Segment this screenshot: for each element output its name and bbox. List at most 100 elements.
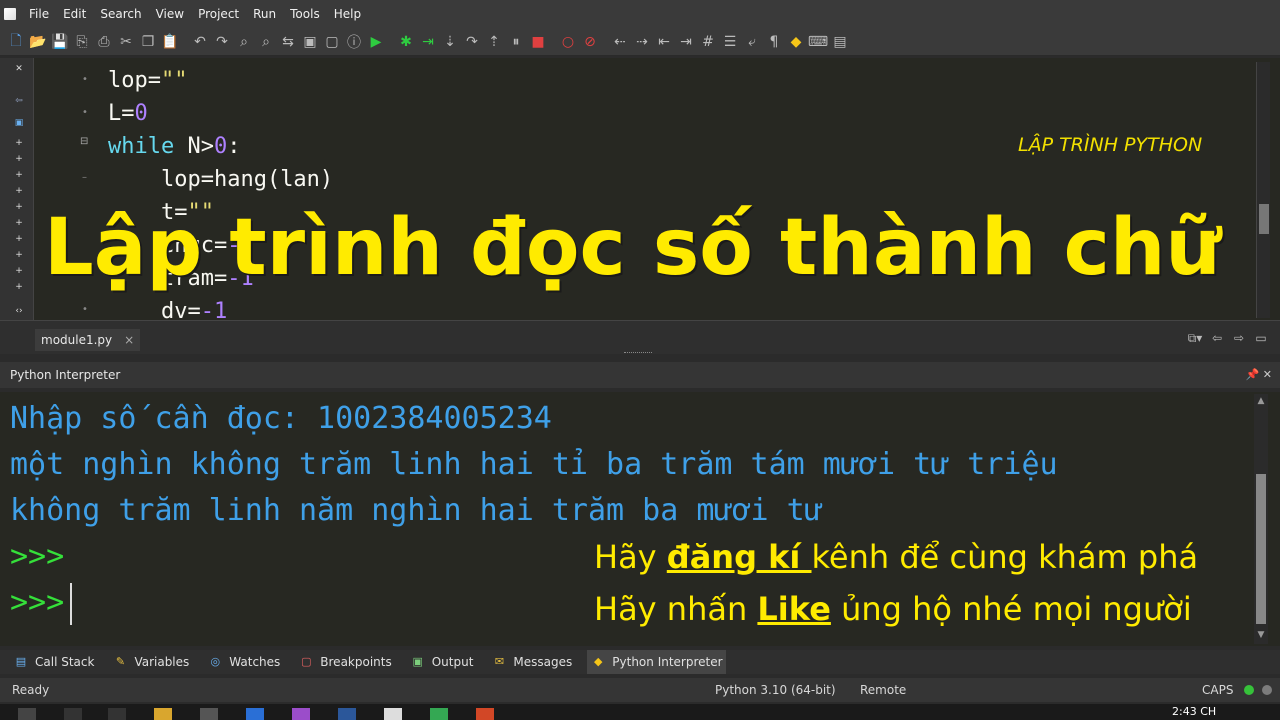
expand-icon[interactable]: + bbox=[14, 282, 24, 292]
tab-messages[interactable]: ✉ Messages bbox=[488, 650, 575, 674]
tab-call-stack[interactable]: ▤ Call Stack bbox=[10, 650, 97, 674]
tab-output[interactable]: ▣ Output bbox=[407, 650, 477, 674]
menu-view[interactable]: View bbox=[149, 0, 191, 28]
expand-icon[interactable]: + bbox=[14, 234, 24, 244]
expand-icon[interactable]: + bbox=[14, 202, 24, 212]
menu-search[interactable]: Search bbox=[93, 0, 148, 28]
step-out-icon[interactable]: ↷ bbox=[462, 32, 482, 52]
console-scrollbar[interactable]: ▲ ▼ bbox=[1254, 394, 1268, 644]
remote-status[interactable]: Remote bbox=[860, 683, 906, 697]
store-icon[interactable] bbox=[200, 708, 218, 720]
expand-icon[interactable]: + bbox=[14, 186, 24, 196]
step-up-icon[interactable]: ⇡ bbox=[484, 32, 504, 52]
search-icon[interactable] bbox=[64, 708, 82, 720]
forward-icon[interactable]: ⇢ bbox=[632, 32, 652, 52]
wrap-icon[interactable]: ⤶ bbox=[742, 32, 762, 52]
layout-icon[interactable]: ▤ bbox=[830, 32, 850, 52]
expand-icon[interactable]: + bbox=[14, 250, 24, 260]
redo-icon[interactable]: ↷ bbox=[212, 32, 232, 52]
pause-icon[interactable]: ⏸ bbox=[506, 32, 526, 52]
info-icon[interactable]: ⓘ bbox=[344, 32, 364, 52]
print-icon[interactable]: ⎙ bbox=[94, 32, 114, 52]
menu-run[interactable]: Run bbox=[246, 0, 283, 28]
step-over-icon[interactable]: ⇣ bbox=[440, 32, 460, 52]
interpreter-console[interactable]: Nhập số cần đọc: 1002384005234 một nghìn… bbox=[0, 392, 1280, 646]
menu-project[interactable]: Project bbox=[191, 0, 246, 28]
paragraph-icon[interactable]: ¶ bbox=[764, 32, 784, 52]
pin-icon[interactable]: ✕ bbox=[14, 64, 24, 74]
paste-icon[interactable]: 📋 bbox=[160, 32, 180, 52]
expand-icon[interactable]: + bbox=[14, 266, 24, 276]
list-icon[interactable]: ☰ bbox=[720, 32, 740, 52]
menu-file[interactable]: File bbox=[22, 0, 56, 28]
save-icon[interactable]: 💾 bbox=[50, 32, 70, 52]
prev-tab-icon[interactable]: ⇦ bbox=[1206, 331, 1228, 347]
code-nav-icon[interactable]: ‹› bbox=[14, 306, 24, 316]
stop-icon[interactable]: ■ bbox=[528, 32, 548, 52]
folder-icon[interactable] bbox=[154, 708, 172, 720]
replace-icon[interactable]: ⇆ bbox=[278, 32, 298, 52]
tab-module1[interactable]: module1.py × bbox=[35, 329, 141, 351]
close-icon[interactable]: × bbox=[124, 333, 134, 347]
console-scroll-thumb[interactable] bbox=[1256, 474, 1266, 624]
comment-icon[interactable]: # bbox=[698, 32, 718, 52]
python-icon[interactable]: ◆ bbox=[786, 32, 806, 52]
explorer-icon[interactable]: ▣ bbox=[14, 118, 24, 128]
code-token: lop= bbox=[108, 68, 161, 93]
editor-scroll-thumb[interactable] bbox=[1259, 204, 1269, 234]
expand-icon[interactable]: + bbox=[14, 218, 24, 228]
find-icon[interactable]: ⌕ bbox=[234, 32, 254, 52]
tab-breakpoints[interactable]: ▢ Breakpoints bbox=[295, 650, 394, 674]
powerpoint-icon[interactable] bbox=[476, 708, 494, 720]
clear-breakpoints-icon[interactable]: ⊘ bbox=[580, 32, 600, 52]
python-version[interactable]: Python 3.10 (64-bit) bbox=[715, 683, 836, 697]
tab-variables[interactable]: ✎ Variables bbox=[109, 650, 192, 674]
new-tab-icon[interactable]: ⧉▾ bbox=[1184, 331, 1206, 347]
window-icon[interactable]: ▭ bbox=[1250, 331, 1272, 347]
save-all-icon[interactable]: ⎘ bbox=[72, 32, 92, 52]
console-prompt: >>> bbox=[10, 539, 65, 574]
menu-tools[interactable]: Tools bbox=[283, 0, 327, 28]
promo-text: kênh để cùng khám phá bbox=[811, 538, 1199, 576]
find-in-files-icon[interactable]: ⌕ bbox=[256, 32, 276, 52]
chrome-icon[interactable] bbox=[430, 708, 448, 720]
select-icon[interactable]: ▢ bbox=[322, 32, 342, 52]
run-icon[interactable]: ▶ bbox=[366, 32, 386, 52]
goto-icon[interactable]: ▣ bbox=[300, 32, 320, 52]
taskbar-clock[interactable]: 2:43 CH bbox=[1172, 705, 1216, 718]
edge-icon[interactable] bbox=[246, 708, 264, 720]
word-icon[interactable] bbox=[338, 708, 356, 720]
splitter-handle[interactable] bbox=[624, 352, 652, 356]
fold-toggle-icon[interactable]: ⊟ bbox=[80, 136, 88, 147]
expand-icon[interactable]: + bbox=[14, 170, 24, 180]
indent-icon[interactable]: ⇤ bbox=[654, 32, 674, 52]
next-tab-icon[interactable]: ⇨ bbox=[1228, 331, 1250, 347]
step-into-icon[interactable]: ⇥ bbox=[418, 32, 438, 52]
start-icon[interactable] bbox=[18, 708, 36, 720]
expand-icon[interactable]: + bbox=[14, 138, 24, 148]
back-icon[interactable]: ⇠ bbox=[610, 32, 630, 52]
new-file-icon[interactable]: 🗋 bbox=[6, 32, 26, 52]
app-icon[interactable] bbox=[384, 708, 402, 720]
panel-pin-close-icon[interactable]: 📌 ✕ bbox=[1246, 368, 1272, 381]
debug-icon[interactable]: ✱ bbox=[396, 32, 416, 52]
expand-icon[interactable]: + bbox=[14, 154, 24, 164]
open-icon[interactable]: 📂 bbox=[28, 32, 48, 52]
back-icon[interactable]: ⇦ bbox=[14, 96, 24, 106]
breakpoint-icon[interactable]: ○ bbox=[558, 32, 578, 52]
menu-edit[interactable]: Edit bbox=[56, 0, 93, 28]
editor-scrollbar[interactable] bbox=[1256, 62, 1270, 318]
menu-help[interactable]: Help bbox=[327, 0, 368, 28]
scroll-up-icon[interactable]: ▲ bbox=[1254, 396, 1268, 408]
scroll-down-icon[interactable]: ▼ bbox=[1254, 630, 1268, 642]
tab-watches[interactable]: ◎ Watches bbox=[204, 650, 283, 674]
undo-icon[interactable]: ↶ bbox=[190, 32, 210, 52]
dedent-icon[interactable]: ⇥ bbox=[676, 32, 696, 52]
cut-icon[interactable]: ✂ bbox=[116, 32, 136, 52]
keyboard-icon[interactable]: ⌨ bbox=[808, 32, 828, 52]
tab-python-interpreter[interactable]: ◆ Python Interpreter bbox=[587, 650, 726, 674]
taskview-icon[interactable] bbox=[108, 708, 126, 720]
app-icon[interactable] bbox=[292, 708, 310, 720]
copy-icon[interactable]: ❐ bbox=[138, 32, 158, 52]
line-marker: • bbox=[82, 304, 88, 315]
